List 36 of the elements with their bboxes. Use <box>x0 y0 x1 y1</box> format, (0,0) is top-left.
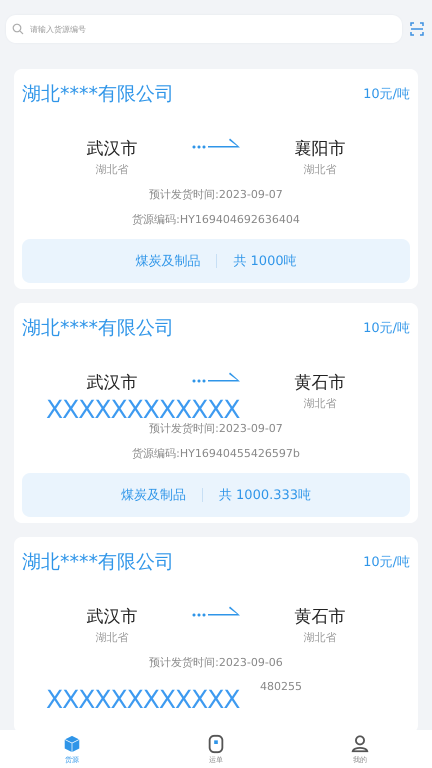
arrow-icon <box>192 137 240 151</box>
price: 10元/吨 <box>363 554 410 571</box>
goods-type: 煤炭及制品 <box>120 487 186 504</box>
origin-province: 湖北省 <box>96 630 128 645</box>
goods-type: 煤炭及制品 <box>135 253 200 270</box>
ship-date: 预计发货时间:2023-09-07 <box>148 187 284 202</box>
cube-icon <box>62 734 82 754</box>
company-name: 湖北****有限公司 <box>22 82 174 107</box>
arrow-icon <box>192 371 240 385</box>
search-field[interactable]: 请输入货源编号 <box>6 15 402 43</box>
arrow-icon <box>192 605 240 619</box>
person-icon <box>350 734 370 754</box>
destination-city: 黄石市 <box>294 606 346 628</box>
cargo-code: 货源编码:HY169404692636404 <box>131 212 301 227</box>
destination-city: 襄阳市 <box>294 138 346 160</box>
price: 10元/吨 <box>363 320 410 337</box>
redaction-mark: XXXXXXXXXXXX <box>45 395 240 424</box>
clipboard-icon <box>206 734 226 754</box>
price: 10元/吨 <box>363 86 410 103</box>
destination-province: 湖北省 <box>304 396 336 411</box>
company-name: 湖北****有限公司 <box>22 316 174 341</box>
destination-city: 黄石市 <box>294 372 346 394</box>
origin-city: 武汉市 <box>86 372 138 394</box>
goods-amount: 共 1000吨 <box>233 253 297 270</box>
origin-province: 湖北省 <box>96 162 128 177</box>
goods-amount: 共 1000.333吨 <box>218 487 312 504</box>
destination-province: 湖北省 <box>304 630 336 645</box>
destination-province: 湖北省 <box>304 162 336 177</box>
origin-city: 武汉市 <box>86 138 138 160</box>
cargo-code: 货源编码:HY16940455426597b <box>131 446 301 461</box>
ship-date: 预计发货时间:2023-09-06 <box>148 655 284 670</box>
cargo-code: 480255 <box>259 680 303 693</box>
scan-icon[interactable] <box>410 22 424 36</box>
company-name: 湖北****有限公司 <box>22 550 174 575</box>
ship-date: 预计发货时间:2023-09-07 <box>148 421 284 436</box>
origin-city: 武汉市 <box>86 606 138 628</box>
